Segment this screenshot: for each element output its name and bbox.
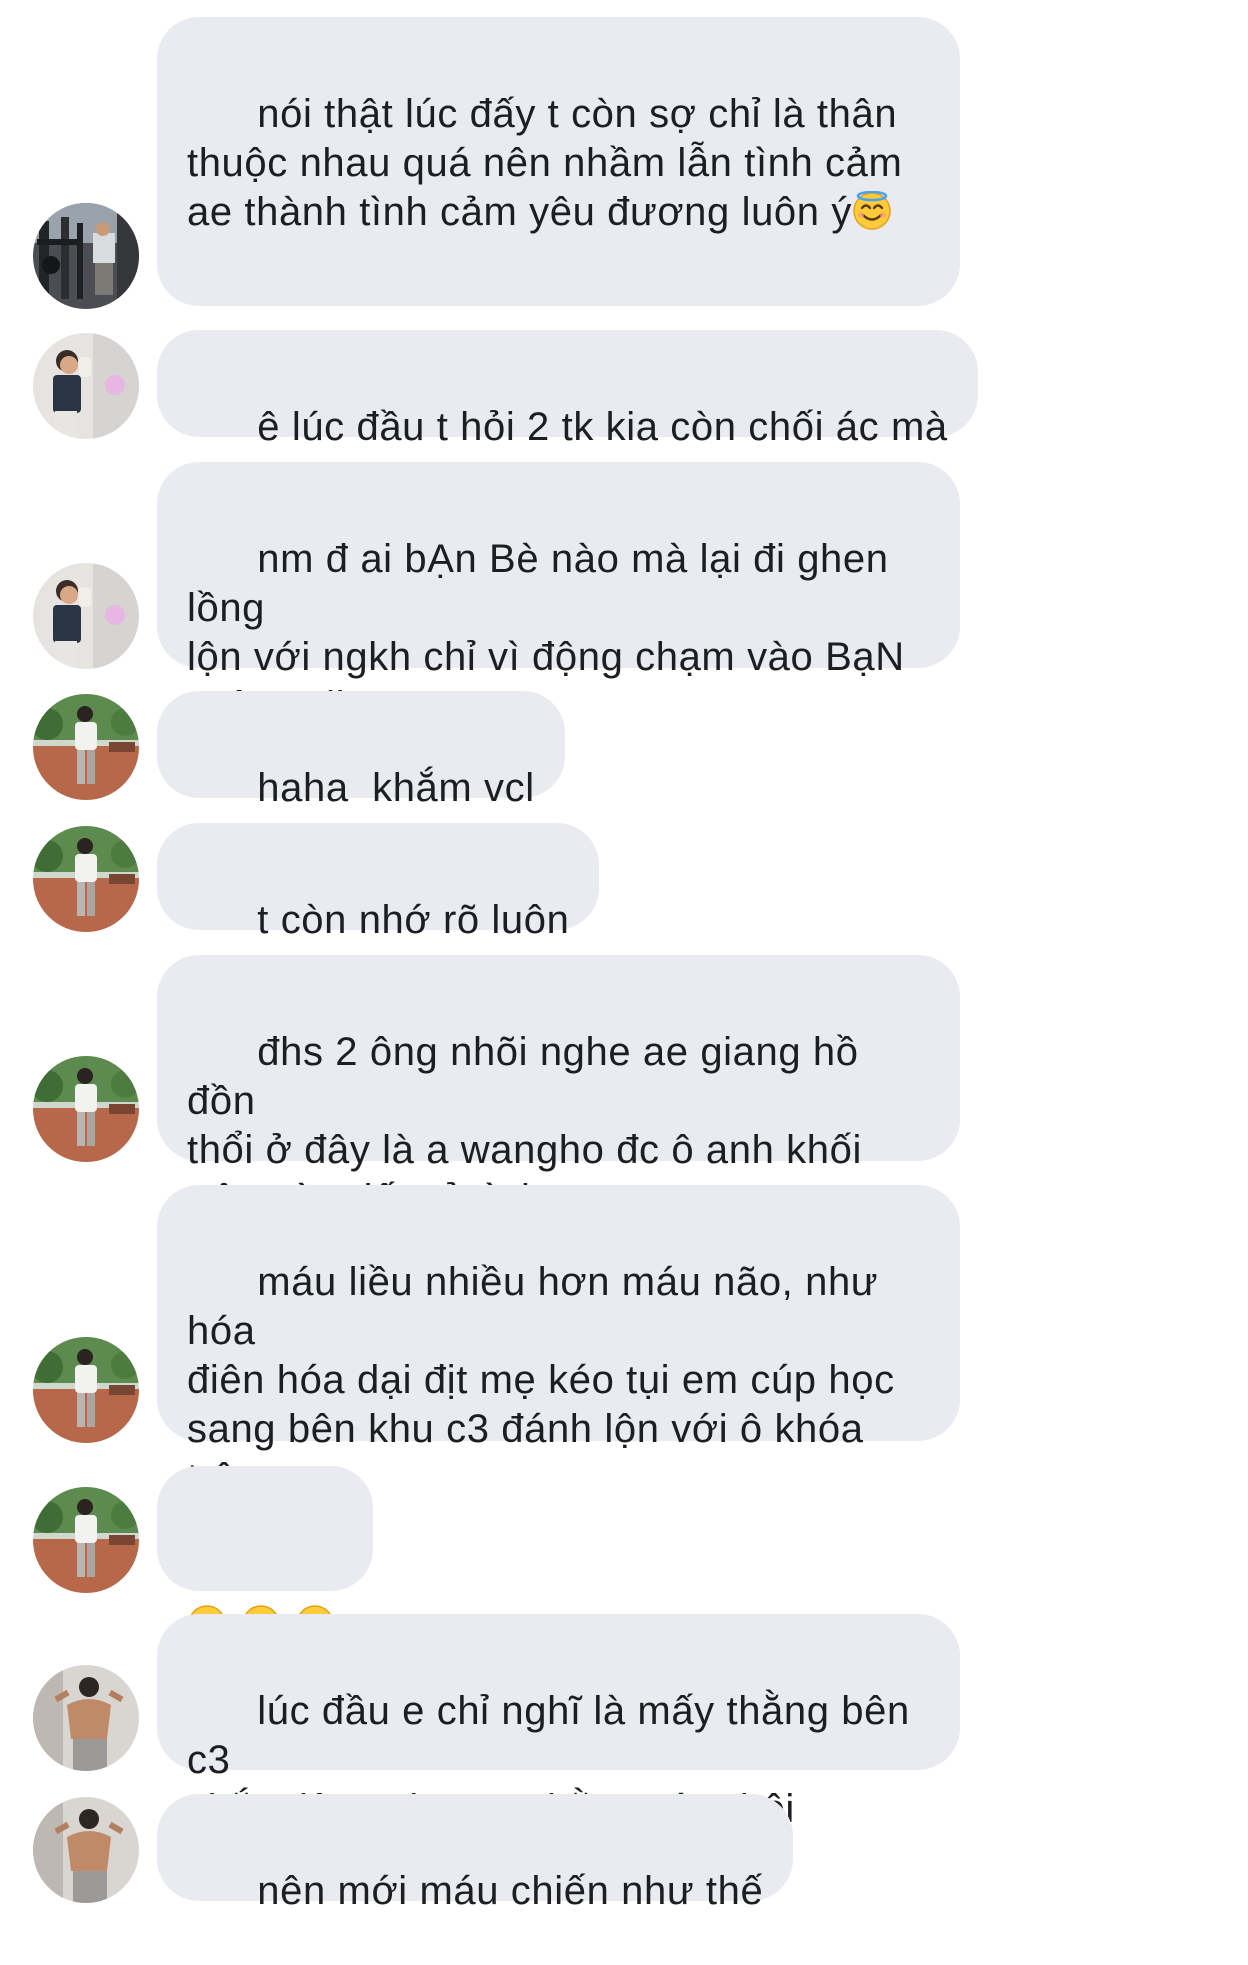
message-text: nói thật lúc đấy t còn sợ chỉ là thân th…	[187, 92, 903, 234]
door-photo-avatar[interactable]	[33, 333, 139, 439]
message-bubble[interactable]: lúc đầu e chỉ nghĩ là mấy thằng bên c3 c…	[157, 1614, 960, 1831]
message-bubble[interactable]: máu liều nhiều hơn máu não, như hóa điên…	[157, 1185, 960, 1500]
message-bubble[interactable]: đhs 2 ông nhõi nghe ae giang hồ đồn thổi…	[157, 955, 960, 1221]
gym-photo-avatar[interactable]	[33, 203, 139, 309]
message-bubble[interactable]: ê lúc đầu t hỏi 2 tk kia còn chối ác mà	[157, 330, 978, 449]
message-bubble[interactable]: haha khắm vcl	[157, 691, 565, 810]
message-thread: nói thật lúc đấy t còn sợ chỉ là thân th…	[0, 0, 1248, 1920]
message-text: ê lúc đầu t hỏi 2 tk kia còn chối ác mà	[257, 405, 948, 449]
message-text: máu liều nhiều hơn máu não, như hóa điên…	[187, 1260, 895, 1500]
mirror-photo-avatar[interactable]	[33, 1797, 139, 1903]
garden-photo-avatar[interactable]	[33, 1056, 139, 1162]
message-bubble[interactable]: nói thật lúc đấy t còn sợ chỉ là thân th…	[157, 17, 960, 395]
garden-photo-avatar[interactable]	[33, 694, 139, 800]
message-bubble[interactable]	[157, 1466, 373, 1644]
message-bubble[interactable]: nm đ ai bẠn Bè nào mà lại đi ghen lồng l…	[157, 462, 960, 728]
garden-photo-avatar[interactable]	[33, 826, 139, 932]
mirror-photo-avatar[interactable]	[33, 1665, 139, 1771]
smiling-face-with-halo-icon	[852, 191, 892, 231]
message-bubble[interactable]: t còn nhớ rõ luôn	[157, 823, 600, 942]
message-text: t còn nhớ rõ luôn	[257, 898, 570, 942]
garden-photo-avatar[interactable]	[33, 1487, 139, 1593]
message-text: haha khắm vcl	[257, 766, 535, 810]
message-text: nên mới máu chiến như thế	[257, 1869, 764, 1913]
door-photo-avatar[interactable]	[33, 563, 139, 669]
message-bubble[interactable]: nên mới máu chiến như thế	[157, 1794, 794, 1913]
garden-photo-avatar[interactable]	[33, 1337, 139, 1443]
